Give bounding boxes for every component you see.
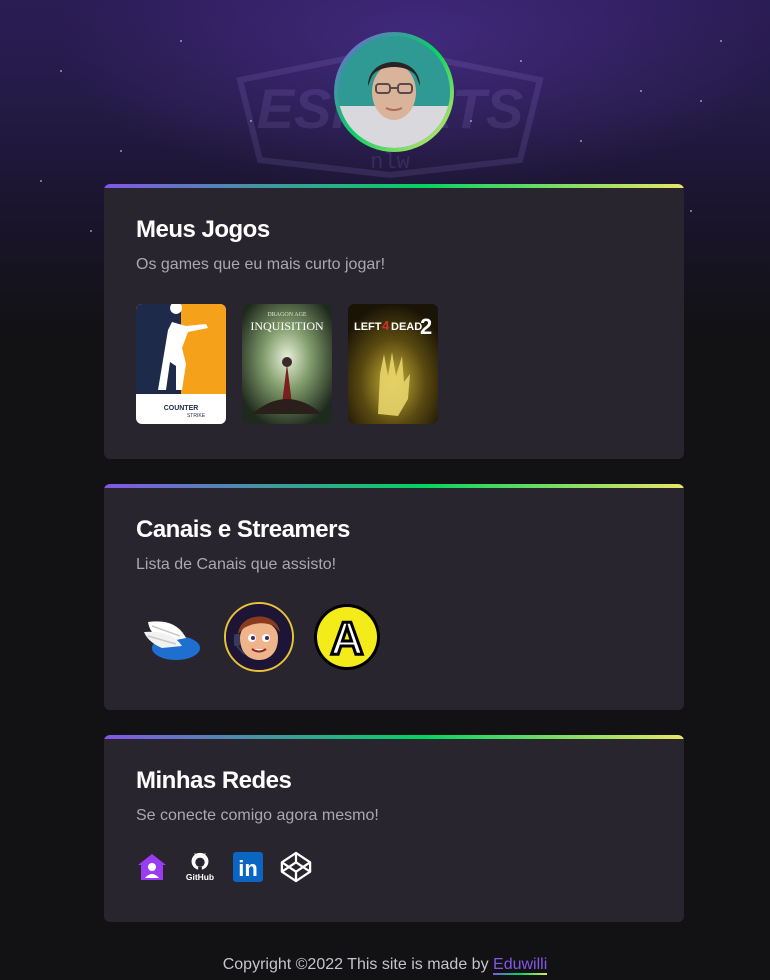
linkedin-link[interactable]: in (232, 851, 264, 883)
streamers-list: A (136, 602, 652, 672)
games-card: Meus Jogos Os games que eu mais curto jo… (104, 184, 684, 459)
socials-title: Minhas Redes (136, 767, 292, 794)
github-icon: GitHub (186, 852, 214, 882)
games-list: COUNTER STRIKE DRAGON AGE INQUISITION LE… (136, 304, 652, 424)
streamer-winged-shoe[interactable] (136, 602, 206, 672)
github-link[interactable]: GitHub (184, 851, 216, 883)
home-icon (138, 854, 166, 880)
codepen-icon (280, 851, 312, 883)
l4d-logo-left: LEFT (354, 321, 382, 333)
game-counter-strike[interactable]: COUNTER STRIKE (136, 304, 226, 424)
games-title: Meus Jogos (136, 216, 270, 243)
l4d-logo-four: 4 (382, 318, 390, 333)
profile-avatar (334, 32, 454, 152)
cs-logo-text: COUNTER (164, 405, 199, 412)
home-link[interactable] (136, 851, 168, 883)
socials-card: Minhas Redes Se conecte comigo agora mes… (104, 735, 684, 922)
linkedin-icon: in (233, 852, 263, 882)
footer-text: Copyright ©2022 This site is made by (222, 956, 494, 973)
footer-author-link[interactable]: Eduwilli (493, 956, 548, 975)
streamers-card: Canais e Streamers Lista de Canais que a… (104, 484, 684, 710)
footer: Copyright ©2022 This site is made by Edu… (0, 956, 770, 975)
da-logo-title: INQUISITION (250, 319, 324, 333)
socials-list: GitHub in (136, 851, 652, 883)
l4d-logo-two: 2 (420, 314, 432, 339)
cs-logo-sub: STRIKE (187, 413, 206, 419)
avatar-photo (338, 36, 450, 148)
streamers-subtitle: Lista de Canais que assisto! (136, 556, 337, 573)
codepen-link[interactable] (280, 851, 312, 883)
games-subtitle: Os games que eu mais curto jogar! (136, 256, 386, 273)
watermark-sub: nlw (370, 150, 410, 175)
l4d-logo-dead: DEAD (391, 321, 422, 333)
game-left4dead2[interactable]: LEFT 4 DEAD 2 (348, 304, 438, 424)
github-label: GitHub (186, 872, 214, 882)
da-logo-top: DRAGON AGE (267, 312, 307, 318)
streamers-title: Canais e Streamers (136, 516, 350, 543)
streamer-letter-a[interactable]: A (312, 602, 382, 672)
streamer-letter: A (330, 612, 363, 664)
game-dragon-age[interactable]: DRAGON AGE INQUISITION (242, 304, 332, 424)
linkedin-label: in (238, 856, 258, 881)
streamer-cartoon[interactable] (224, 602, 294, 672)
socials-subtitle: Se conecte comigo agora mesmo! (136, 807, 379, 824)
